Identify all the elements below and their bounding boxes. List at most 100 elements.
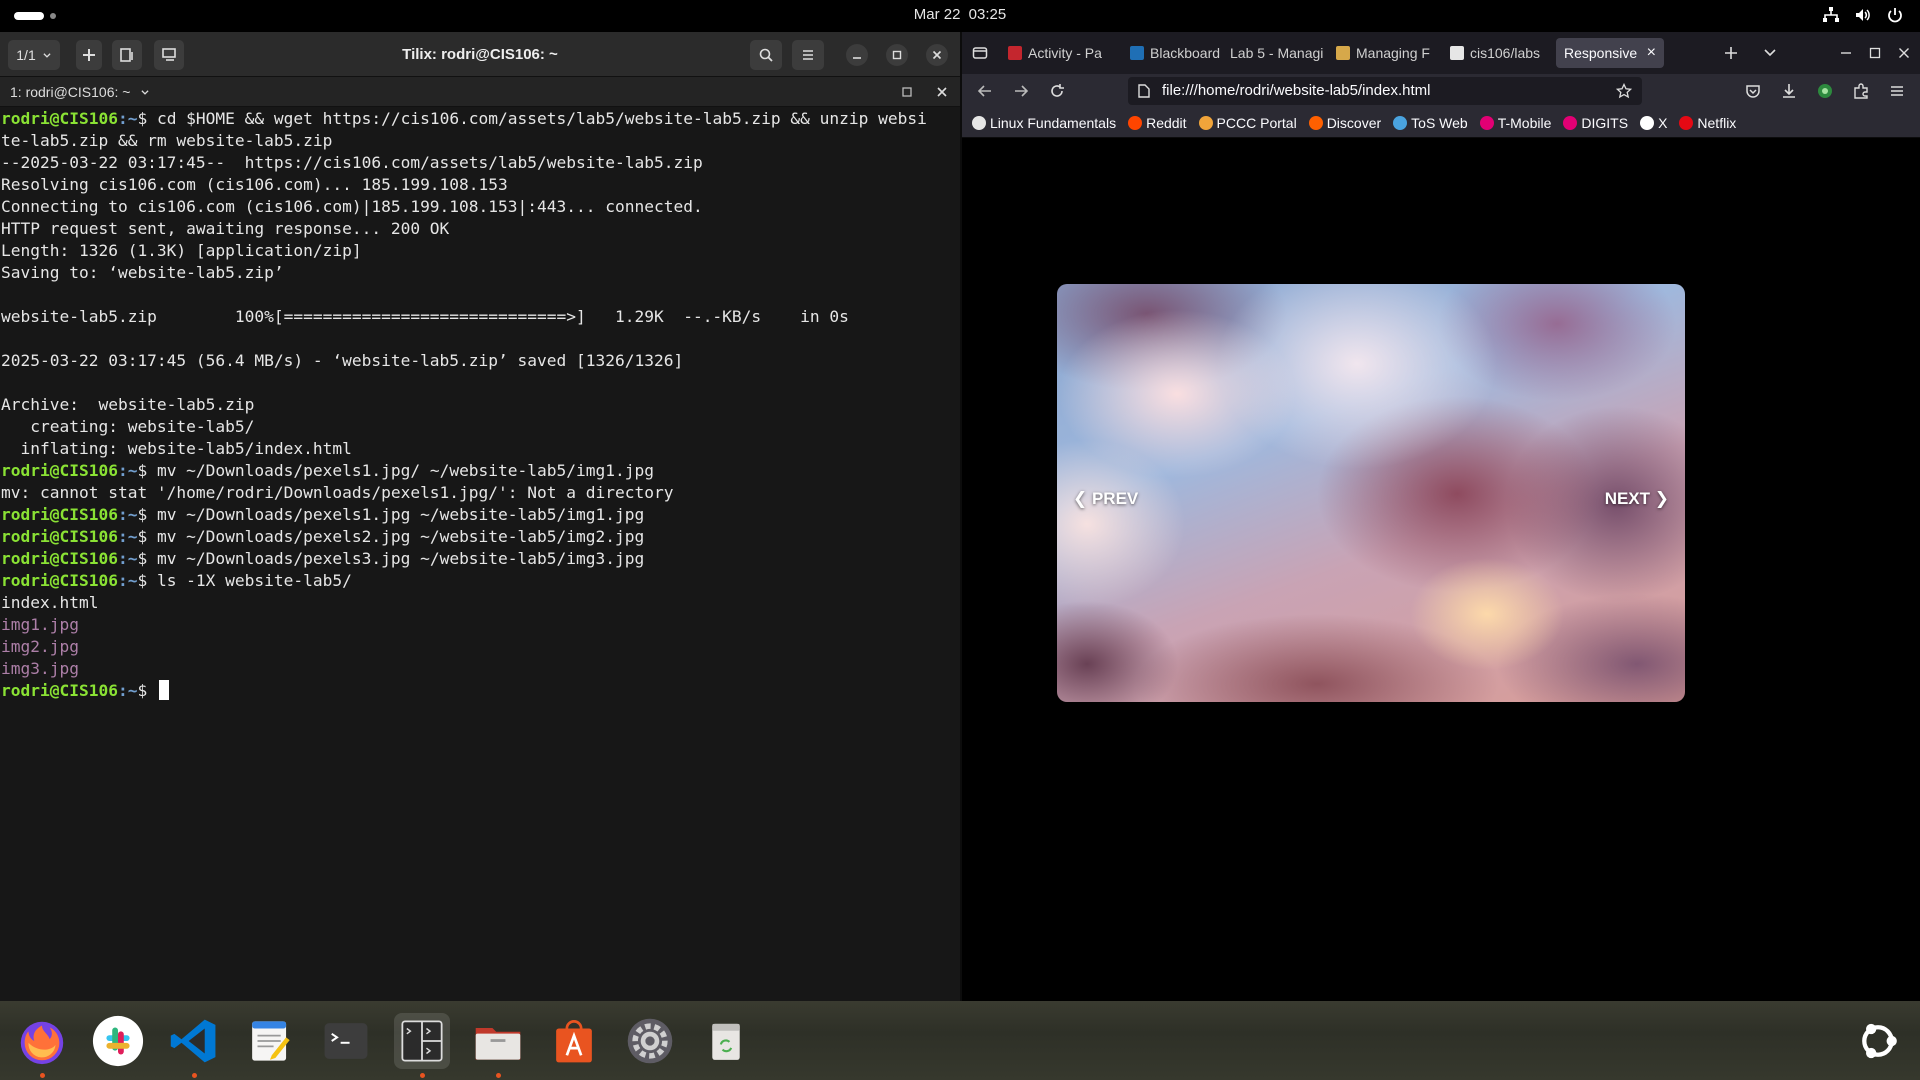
tab-label: Blackboard <box>1150 45 1221 61</box>
menu-button[interactable] <box>792 40 824 70</box>
add-terminal-right-button[interactable] <box>112 40 142 70</box>
terminal-line: inflating: website-lab5/index.html <box>1 438 960 460</box>
browser-tab[interactable]: Activity - Pa <box>1000 38 1118 68</box>
new-tab-icon[interactable] <box>1724 46 1738 60</box>
close-terminal-icon[interactable] <box>935 85 949 99</box>
minimize-button[interactable] <box>846 44 868 66</box>
bookmark-item[interactable]: PCCC Portal <box>1198 115 1297 131</box>
prompt-symbol: $ <box>137 505 148 524</box>
terminal-line: Archive: website-lab5.zip <box>1 394 960 416</box>
command-text: ls -1X website-lab5/ <box>147 571 352 590</box>
next-button[interactable]: NEXT ❯ <box>1605 489 1669 509</box>
downloads-icon[interactable] <box>1780 82 1798 100</box>
find-button[interactable] <box>750 40 782 70</box>
firefox-view-icon[interactable] <box>972 45 988 61</box>
dock-terminal[interactable] <box>318 1013 374 1069</box>
session-switcher-button[interactable]: 1/1 <box>8 40 60 70</box>
terminal-line: --2025-03-22 03:17:45-- https://cis106.c… <box>1 152 960 174</box>
bookmark-favicon-icon <box>972 115 986 130</box>
tab-label: Responsive <box>1564 45 1638 61</box>
close-button[interactable] <box>926 44 948 66</box>
clock[interactable]: Mar 22 03:25 <box>0 0 1920 32</box>
maximize-button[interactable] <box>886 44 908 66</box>
terminal-line: img3.jpg <box>1 658 960 680</box>
maximize-icon[interactable] <box>1869 47 1881 59</box>
maximize-terminal-icon[interactable] <box>900 85 914 99</box>
forward-icon[interactable] <box>1012 82 1030 100</box>
system-tray[interactable] <box>1822 6 1904 24</box>
bookmark-label: T-Mobile <box>1497 114 1552 131</box>
terminal-line: 2025-03-22 03:17:45 (56.4 MB/s) - ‘websi… <box>1 350 960 372</box>
dock-text-editor[interactable] <box>242 1013 298 1069</box>
terminal-icon <box>324 1023 368 1059</box>
bookmark-item[interactable]: T-Mobile <box>1479 114 1552 131</box>
add-terminal-down-button[interactable] <box>154 40 184 70</box>
app-center-icon <box>556 1020 592 1063</box>
bookmark-favicon-icon <box>1128 115 1143 130</box>
url-bar[interactable]: file:///home/rodri/website-lab5/index.ht… <box>1128 77 1642 105</box>
browser-tab[interactable]: Managing F <box>1328 38 1440 68</box>
bookmark-item[interactable]: ToS Web <box>1393 115 1468 131</box>
favicon-icon <box>1336 46 1350 60</box>
dock-tilix[interactable] <box>394 1013 450 1069</box>
firefox-icon <box>20 1021 64 1065</box>
navigation-toolbar: file:///home/rodri/website-lab5/index.ht… <box>962 74 1920 108</box>
output-text: Archive: website-lab5.zip <box>1 395 255 414</box>
list-all-tabs-icon[interactable] <box>1763 47 1777 59</box>
bookmark-item[interactable]: Netflix <box>1679 115 1736 131</box>
add-session-button[interactable] <box>76 40 102 70</box>
dock-trash[interactable] <box>698 1013 754 1069</box>
split-down-icon <box>162 48 176 61</box>
command-text: mv ~/Downloads/pexels1.jpg/ ~/website-la… <box>147 461 654 480</box>
chevron-down-icon <box>141 90 149 95</box>
dock-slack[interactable] <box>90 1013 146 1069</box>
settings-icon <box>627 1018 673 1064</box>
reload-icon[interactable] <box>1048 82 1066 100</box>
chevron-down-icon <box>43 53 51 58</box>
output-text: te-lab5.zip && rm website-lab5.zip <box>1 131 333 150</box>
pocket-icon[interactable] <box>1744 82 1762 100</box>
network-icon[interactable] <box>1822 6 1840 24</box>
dock-firefox[interactable] <box>14 1013 70 1069</box>
browser-tab[interactable]: Responsive × <box>1556 38 1664 68</box>
bookmark-star-icon[interactable] <box>1616 83 1632 99</box>
prompt-user: rodri@CIS106 <box>1 527 118 546</box>
close-icon[interactable] <box>1898 47 1910 59</box>
slack-icon <box>92 1015 144 1067</box>
browser-tab[interactable]: cis106/labs <box>1442 38 1554 68</box>
image-file-name: img2.jpg <box>1 637 79 656</box>
dock-app-center[interactable] <box>546 1013 602 1069</box>
minimize-icon[interactable] <box>1840 47 1852 59</box>
extensions-puzzle-icon[interactable] <box>1852 82 1870 100</box>
bookmark-item[interactable]: DIGITS <box>1563 115 1628 131</box>
prompt-path: :~ <box>117 549 138 568</box>
bookmark-item[interactable]: X <box>1640 115 1667 131</box>
image-file-name: img1.jpg <box>1 615 79 634</box>
close-tab-icon[interactable]: × <box>1647 44 1656 62</box>
terminal-title-dropdown[interactable]: 1: rodri@CIS106: ~ <box>10 77 150 107</box>
terminal-output[interactable]: rodri@CIS106:~$ cd $HOME && wget https:/… <box>0 108 960 1001</box>
bookmark-item[interactable]: Discover <box>1308 115 1381 131</box>
back-icon[interactable] <box>976 82 994 100</box>
dock-vscode[interactable] <box>166 1013 222 1069</box>
output-text: HTTP request sent, awaiting response... … <box>1 219 450 238</box>
dock-settings[interactable] <box>622 1013 678 1069</box>
browser-tab[interactable]: Lab 5 - Managi <box>1222 38 1328 68</box>
hamburger-icon[interactable] <box>1888 82 1906 100</box>
vscode-icon <box>170 1019 216 1063</box>
volume-icon[interactable] <box>1854 6 1872 24</box>
terminal-line: Resolving cis106.com (cis106.com)... 185… <box>1 174 960 196</box>
terminal-line: index.html <box>1 592 960 614</box>
extension-icon[interactable] <box>1816 82 1834 100</box>
power-icon[interactable] <box>1886 6 1904 24</box>
tab-label: cis106/labs <box>1470 45 1541 61</box>
dock-show-apps[interactable] <box>1850 1013 1906 1069</box>
bookmark-item[interactable]: Linux Fundamentals <box>972 115 1116 131</box>
prev-button[interactable]: ❮ PREV <box>1073 489 1138 509</box>
terminal-title: 1: rodri@CIS106: ~ <box>10 84 131 100</box>
dock-files[interactable] <box>470 1013 526 1069</box>
terminal-line: img1.jpg <box>1 614 960 636</box>
bookmark-item[interactable]: Reddit <box>1128 115 1187 131</box>
